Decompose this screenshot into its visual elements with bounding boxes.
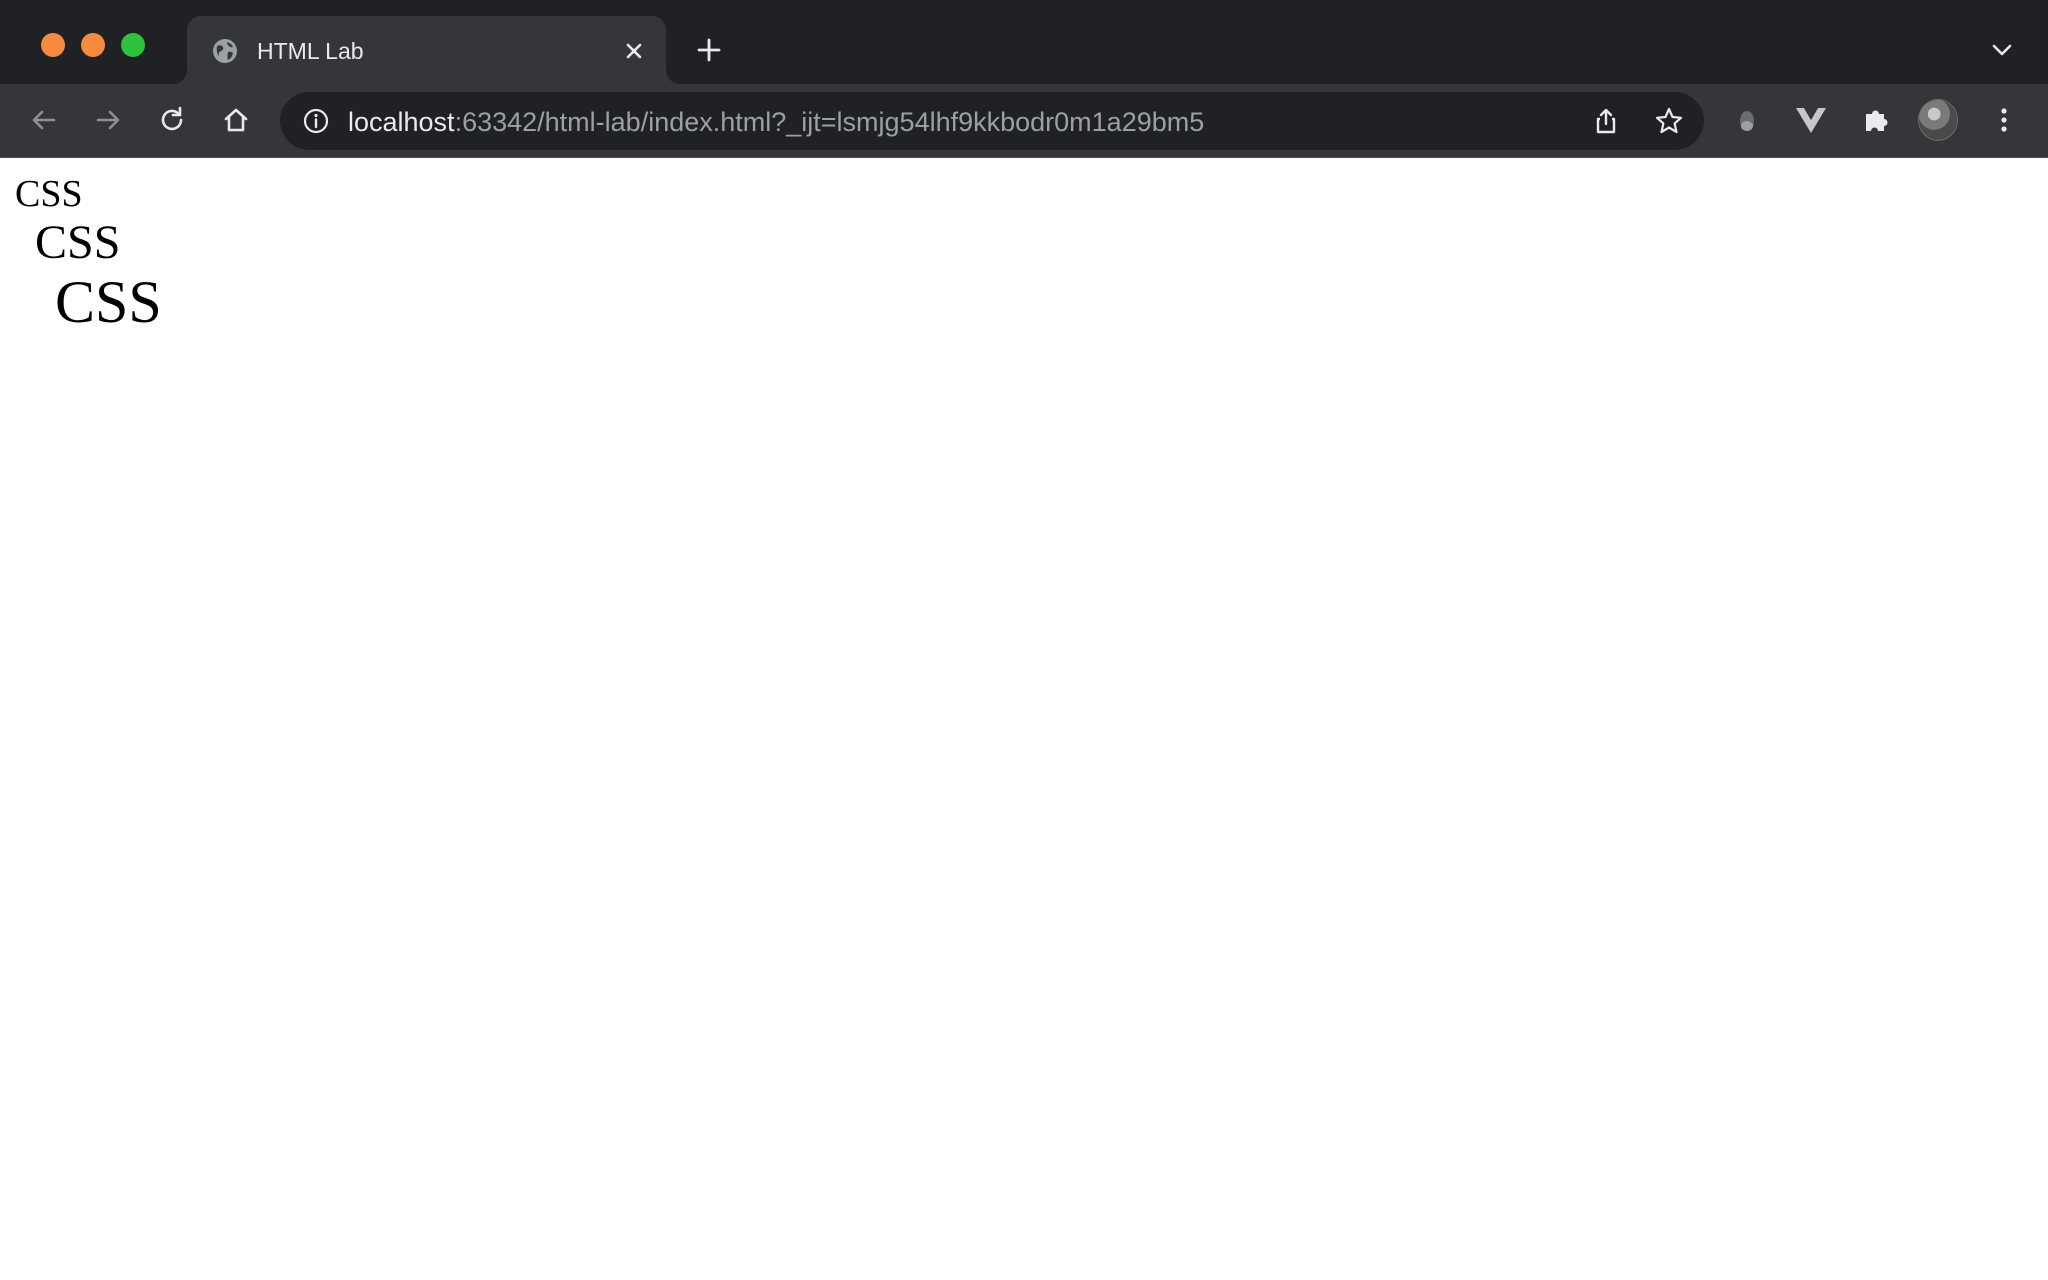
back-button[interactable] [24,100,64,140]
new-tab-button[interactable] [693,34,725,66]
avatar [1918,99,1958,141]
address-bar[interactable]: localhost:63342/html-lab/index.html?_ijt… [280,92,1704,150]
tab-strip: HTML Lab [0,0,2048,84]
reload-button[interactable] [152,100,192,140]
profile-button[interactable] [1918,99,1958,141]
browser-menu-button[interactable] [1984,100,2024,140]
puzzle-icon [1866,110,1888,131]
extension-icon [1740,111,1754,131]
globe-icon [213,39,237,63]
arrow-right-icon [96,110,120,130]
browser-toolbar: localhost:63342/html-lab/index.html?_ijt… [0,84,2048,158]
extension-button[interactable] [1727,100,1767,140]
tab-html-lab[interactable]: HTML Lab [187,16,666,84]
close-icon[interactable] [620,37,648,65]
extensions-menu-button[interactable] [1856,100,1896,140]
star-icon[interactable] [1653,105,1685,137]
url-host: localhost [348,107,455,137]
url-path: :63342/html-lab/index.html?_ijt=lsmjg54l… [454,107,1205,137]
tab-title: HTML Lab [257,38,364,64]
vue-devtools-icon [1796,108,1826,133]
minimize-window-button[interactable] [81,33,105,57]
css-text-large: CSS [55,269,162,335]
home-icon [224,108,248,132]
css-text-medium: CSS [35,216,121,269]
chevron-down-icon[interactable] [1986,38,2018,62]
zoom-window-button[interactable] [121,33,145,57]
css-text-small: CSS [15,173,83,215]
url-text[interactable]: localhost:63342/html-lab/index.html?_ijt… [348,106,1204,138]
arrow-left-icon [32,110,56,130]
page-viewport: CSS CSS CSS [0,159,2048,1280]
share-icon[interactable] [1590,105,1622,137]
close-window-button[interactable] [41,33,65,57]
vue-devtools-button[interactable] [1791,100,1831,140]
more-vert-icon [2001,108,2007,132]
reload-icon [161,106,183,131]
info-icon[interactable] [302,107,330,135]
home-button[interactable] [216,100,256,140]
forward-button[interactable] [88,100,128,140]
